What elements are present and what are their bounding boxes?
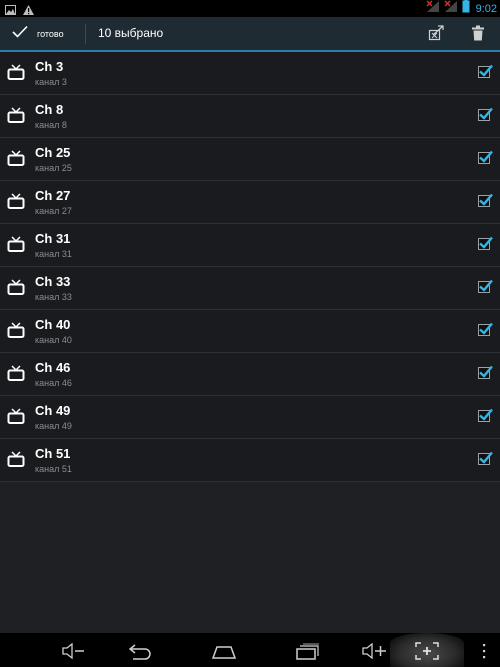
channel-name: Ch 33 [35, 274, 71, 289]
channel-row[interactable]: Ch 40 канал 40 [0, 310, 500, 353]
channel-checkbox[interactable] [478, 64, 493, 78]
tv-icon [7, 279, 25, 300]
channel-subtitle: канал 49 [35, 421, 72, 431]
channel-subtitle: канал 40 [35, 335, 72, 345]
tv-icon [7, 451, 25, 472]
home-icon[interactable] [211, 645, 237, 664]
tv-icon [7, 322, 25, 343]
channel-checkbox[interactable] [478, 236, 493, 250]
recent-apps-icon[interactable] [296, 643, 320, 665]
selection-count: 10 выбрано [98, 26, 164, 40]
screenshot-icon[interactable] [415, 642, 439, 665]
channel-row[interactable]: Ch 8 канал 8 [0, 95, 500, 138]
trash-icon[interactable] [472, 25, 484, 46]
signal-icon [444, 0, 458, 18]
tv-icon [7, 236, 25, 257]
channel-subtitle: канал 25 [35, 163, 72, 173]
channel-checkbox[interactable] [478, 279, 493, 293]
channel-row[interactable]: Ch 46 канал 46 [0, 353, 500, 396]
channel-checkbox[interactable] [478, 408, 493, 422]
channel-name: Ch 8 [35, 102, 64, 117]
channel-subtitle: канал 27 [35, 206, 72, 216]
channel-subtitle: канал 33 [35, 292, 72, 302]
channel-subtitle: канал 46 [35, 378, 72, 388]
volume-down-icon[interactable] [62, 642, 86, 664]
tv-icon [7, 365, 25, 386]
channel-row[interactable]: Ch 49 канал 49 [0, 396, 500, 439]
channel-checkbox[interactable] [478, 322, 493, 336]
contextual-action-bar: готово 10 выбрано [0, 17, 500, 52]
checkmark-icon [0, 25, 28, 43]
tv-icon [7, 107, 25, 128]
tv-icon [7, 408, 25, 429]
channel-list: Ch 3 канал 3 Ch 8 канал 8 Ch 25 канал 25… [0, 52, 500, 482]
channel-name: Ch 49 [35, 403, 71, 418]
back-icon[interactable] [128, 644, 153, 665]
channel-name: Ch 51 [35, 446, 71, 461]
done-button[interactable]: готово [0, 17, 84, 50]
channel-subtitle: канал 8 [35, 120, 67, 130]
no-signal-icon [426, 0, 440, 18]
clock: 9:02 [475, 2, 497, 15]
channel-checkbox[interactable] [478, 365, 493, 379]
channel-name: Ch 31 [35, 231, 71, 246]
tv-icon [7, 64, 25, 85]
channel-name: Ch 46 [35, 360, 71, 375]
tv-icon [7, 193, 25, 214]
channel-checkbox[interactable] [478, 193, 493, 207]
channel-subtitle: канал 51 [35, 464, 72, 474]
channel-subtitle: канал 31 [35, 249, 72, 259]
battery-icon [462, 0, 470, 18]
channel-row[interactable]: Ch 25 канал 25 [0, 138, 500, 181]
channel-row[interactable]: Ch 3 канал 3 [0, 52, 500, 95]
edit-selection-icon[interactable] [428, 25, 444, 46]
channel-checkbox[interactable] [478, 150, 493, 164]
channel-row[interactable]: Ch 31 канал 31 [0, 224, 500, 267]
channel-subtitle: канал 3 [35, 77, 67, 87]
divider [85, 24, 86, 44]
volume-up-icon[interactable] [362, 642, 388, 664]
tv-icon [7, 150, 25, 171]
channel-name: Ch 27 [35, 188, 71, 203]
channel-row[interactable]: Ch 51 канал 51 [0, 439, 500, 482]
channel-name: Ch 25 [35, 145, 71, 160]
channel-checkbox[interactable] [478, 451, 493, 465]
channel-row[interactable]: Ch 27 канал 27 [0, 181, 500, 224]
channel-checkbox[interactable] [478, 107, 493, 121]
status-bar: 9:02 [0, 0, 500, 17]
done-label: готово [37, 28, 64, 39]
channel-name: Ch 3 [35, 59, 64, 74]
channel-row[interactable]: Ch 33 канал 33 [0, 267, 500, 310]
menu-icon[interactable] [482, 643, 486, 664]
channel-name: Ch 40 [35, 317, 71, 332]
